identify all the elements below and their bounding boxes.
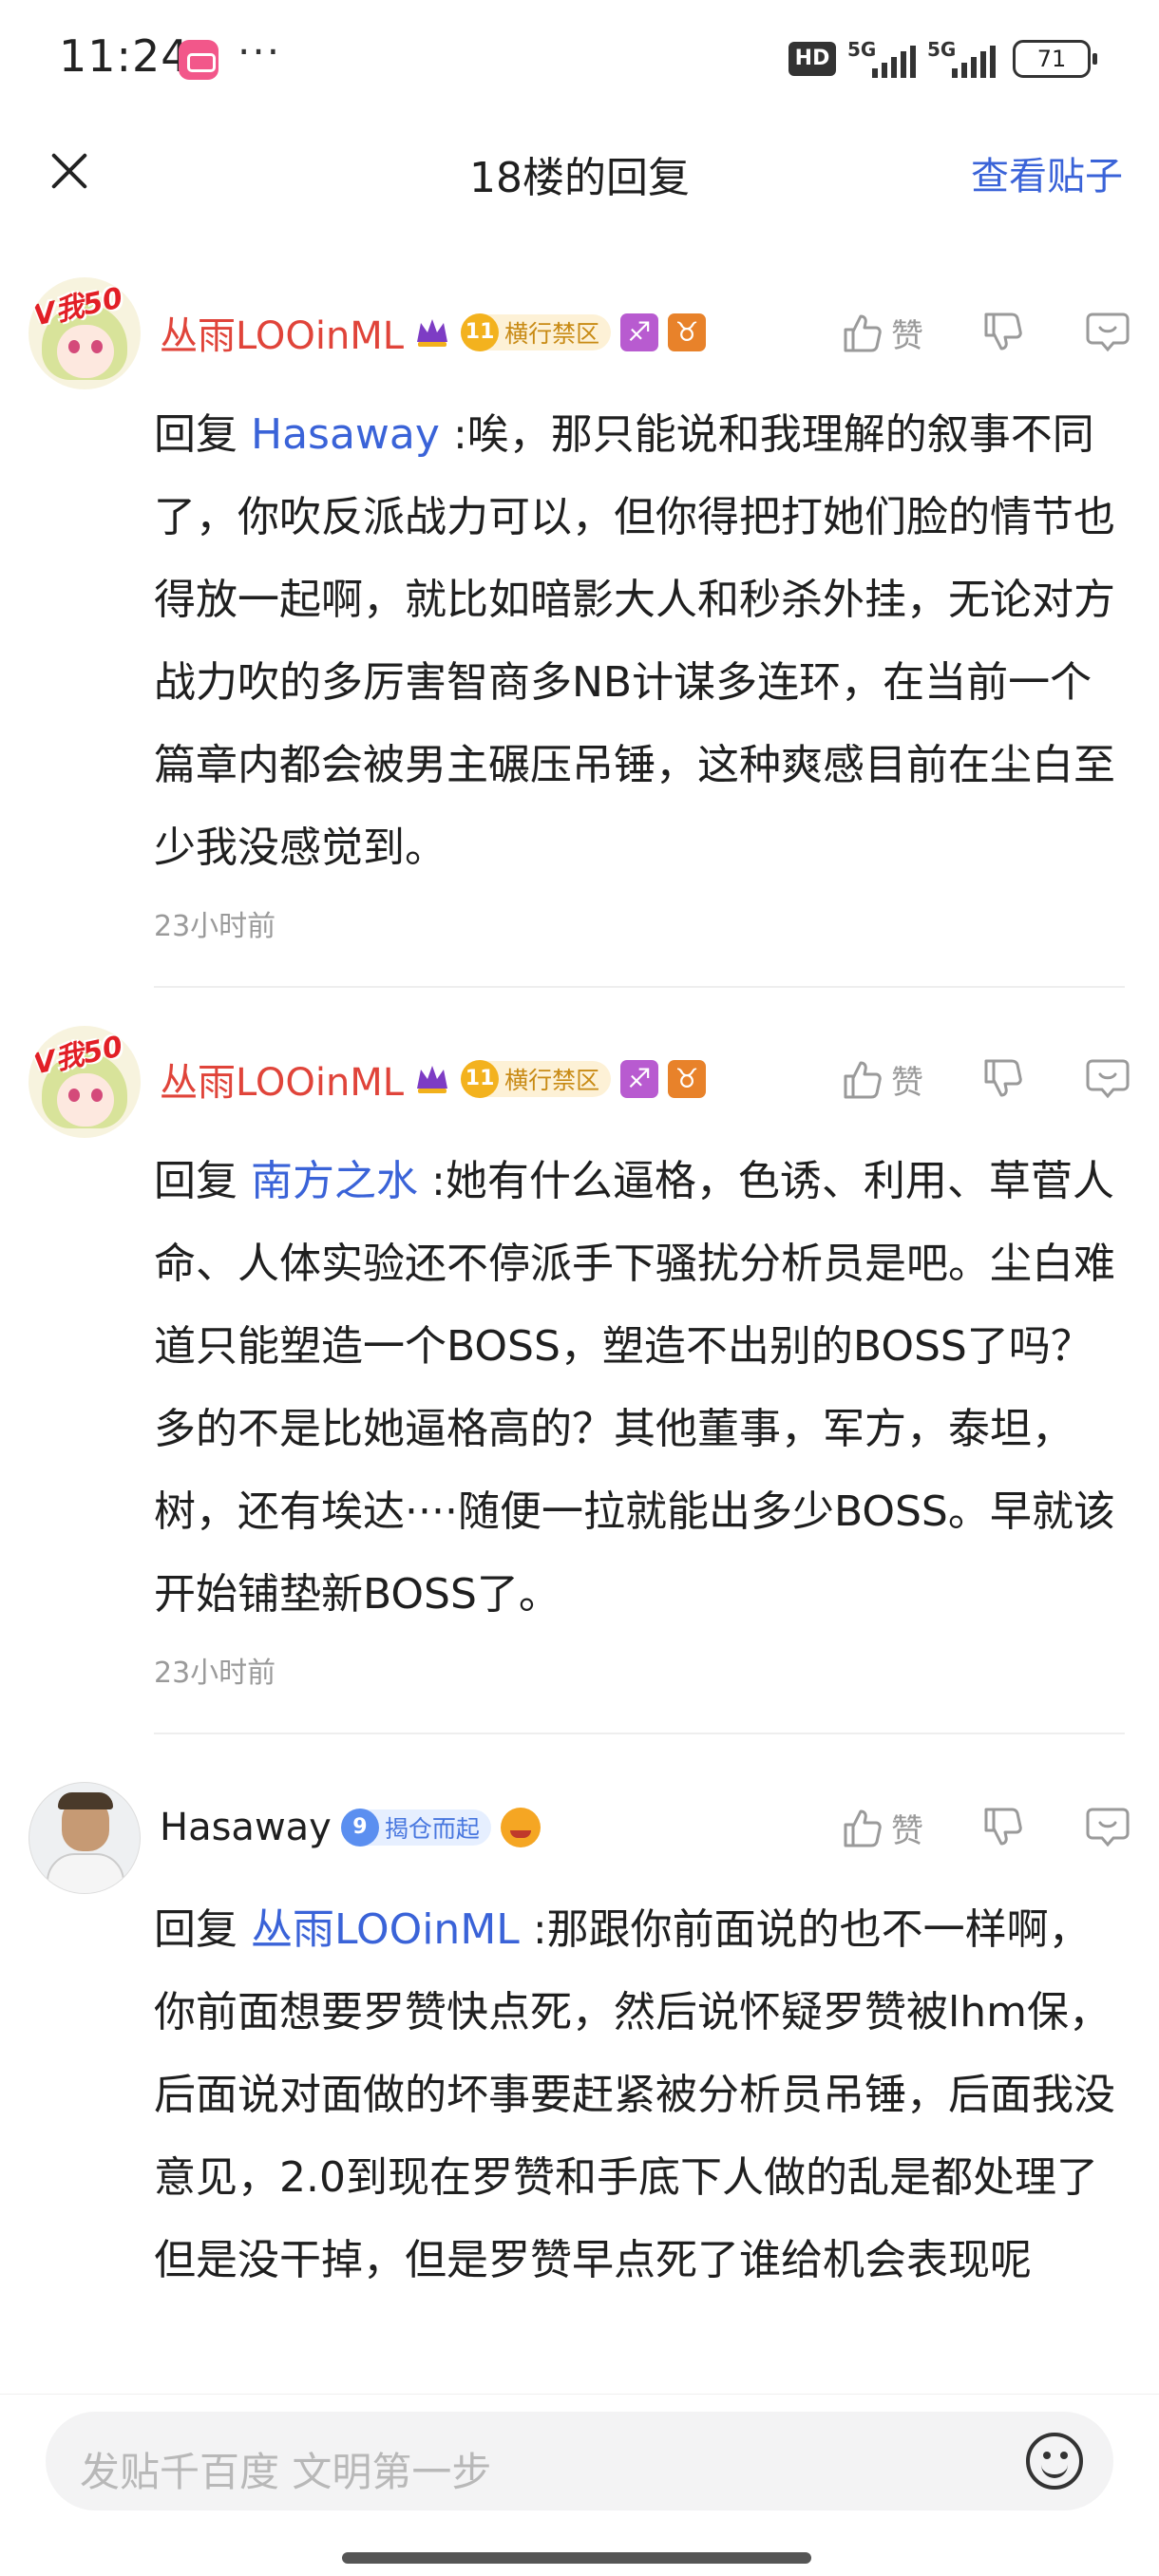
level-badge: 11 横行禁区 xyxy=(461,313,612,351)
signal-icon-sim2: 5G xyxy=(927,38,1007,78)
like-button[interactable]: 赞 xyxy=(840,310,923,356)
view-post-link[interactable]: 查看贴子 xyxy=(971,145,1123,200)
divider xyxy=(154,986,1125,988)
crown-icon xyxy=(417,1066,448,1093)
thumbs-up-icon xyxy=(844,314,882,352)
thumbs-down-icon xyxy=(984,1059,1022,1097)
reply-content: 回复 丛雨LOOinML :那跟你前面说的也不一样啊，你前面想要罗赞快点死，然后… xyxy=(154,1888,1125,2301)
user-line: Hasaway 9 揭仓而起 xyxy=(160,1799,541,1856)
thumbs-down-icon xyxy=(984,313,1022,350)
avatar[interactable]: V我50 xyxy=(28,1026,141,1138)
reply-text: :那跟你前面说的也不一样啊，你前面想要罗赞快点死，然后说怀疑罗赞被lhm保，后面… xyxy=(154,1905,1115,2284)
level-number: 11 xyxy=(461,313,500,351)
page-header: 18楼的回复 查看贴子 xyxy=(0,119,1159,223)
signal-icon-sim1: 5G xyxy=(847,38,927,78)
emoji-face-icon xyxy=(500,1808,541,1847)
username[interactable]: 丛雨LOOinML xyxy=(160,1051,404,1107)
badge-text: 横行禁区 xyxy=(504,320,600,348)
reply-content: 回复 Hasaway :唉，那只能说和我理解的叙事不同了，你吹反派战力可以，但你… xyxy=(154,393,1125,889)
comment-icon xyxy=(1086,1808,1130,1847)
status-bar: 11:24 ··· HD 5G 5G 71 xyxy=(0,0,1159,119)
reply-text: :唉，那只能说和我理解的叙事不同了，你吹反派战力可以，但你得把打她们脸的情节也得… xyxy=(154,410,1115,872)
mention-link[interactable]: 南方之水 xyxy=(251,1157,418,1205)
comment-button[interactable] xyxy=(1085,1806,1130,1849)
reply-input-placeholder: 发贴千百度 文明第一步 xyxy=(80,2449,492,2495)
thumbs-down-icon xyxy=(984,1808,1022,1846)
sagittarius-icon: ♐ xyxy=(620,1060,659,1098)
reply-time: 23小时前 xyxy=(154,1657,276,1690)
mention-link[interactable]: 丛雨LOOinML xyxy=(251,1905,520,1954)
emoji-icon[interactable] xyxy=(1026,2433,1083,2490)
like-button[interactable]: 赞 xyxy=(840,1056,923,1103)
badge-text: 横行禁区 xyxy=(504,1067,600,1094)
reply-actions: 赞 xyxy=(840,304,1130,361)
level-badge: 11 横行禁区 xyxy=(461,1060,612,1098)
comment-button[interactable] xyxy=(1085,1057,1130,1101)
reply-content: 回复 南方之水 :她有什么逼格，色诱、利用、草菅人命、人体实验还不停派手下骚扰分… xyxy=(154,1140,1125,1636)
badge-text: 揭仓而起 xyxy=(384,1815,480,1843)
level-number: 9 xyxy=(340,1809,379,1847)
battery-icon: 71 xyxy=(1013,40,1097,78)
avatar[interactable] xyxy=(28,1782,141,1894)
reply-actions: 赞 xyxy=(840,1051,1130,1108)
reply-time: 23小时前 xyxy=(154,910,276,943)
user-line: 丛雨LOOinML 11 横行禁区 ♐ ♉ xyxy=(160,304,707,361)
comment-icon xyxy=(1086,313,1130,352)
avatar[interactable]: V我50 xyxy=(28,277,141,389)
username[interactable]: 丛雨LOOinML xyxy=(160,305,404,360)
crown-icon xyxy=(417,319,448,347)
reply-prefix: 回复 xyxy=(154,1157,238,1205)
taurus-icon: ♉ xyxy=(668,1060,707,1098)
username[interactable]: Hasaway xyxy=(160,1806,332,1849)
reply-actions: 赞 xyxy=(840,1799,1130,1856)
dislike-button[interactable] xyxy=(980,311,1024,354)
level-number: 11 xyxy=(461,1060,500,1098)
bottom-bar: 发贴千百度 文明第一步 xyxy=(0,2394,1159,2576)
thumbs-up-icon xyxy=(844,1809,882,1847)
more-notifications-icon: ··· xyxy=(238,28,282,75)
bilibili-app-icon xyxy=(179,40,218,80)
reply-input[interactable]: 发贴千百度 文明第一步 xyxy=(46,2412,1113,2510)
mention-link[interactable]: Hasaway xyxy=(251,410,440,459)
reply-prefix: 回复 xyxy=(154,410,238,459)
divider xyxy=(154,1733,1125,1734)
dislike-button[interactable] xyxy=(980,1057,1024,1101)
comment-button[interactable] xyxy=(1085,311,1130,354)
thumbs-up-icon xyxy=(844,1061,882,1099)
level-badge: 9 揭仓而起 xyxy=(340,1809,491,1847)
like-label: 赞 xyxy=(891,1063,923,1102)
dislike-button[interactable] xyxy=(980,1806,1024,1849)
taurus-icon: ♉ xyxy=(668,313,707,351)
like-label: 赞 xyxy=(891,1811,923,1850)
sagittarius-icon: ♐ xyxy=(620,313,659,351)
battery-level: 71 xyxy=(1036,46,1067,72)
home-indicator[interactable] xyxy=(342,2552,811,2564)
like-button[interactable]: 赞 xyxy=(840,1805,923,1851)
reply-prefix: 回复 xyxy=(154,1905,238,1954)
comment-icon xyxy=(1086,1059,1130,1099)
status-time: 11:24 xyxy=(59,30,190,82)
user-line: 丛雨LOOinML 11 横行禁区 ♐ ♉ xyxy=(160,1051,707,1108)
reply-text: :她有什么逼格，色诱、利用、草菅人命、人体实验还不停派手下骚扰分析员是吧。尘白难… xyxy=(154,1157,1115,1619)
like-label: 赞 xyxy=(891,316,923,355)
hd-voice-icon: HD xyxy=(788,42,836,76)
